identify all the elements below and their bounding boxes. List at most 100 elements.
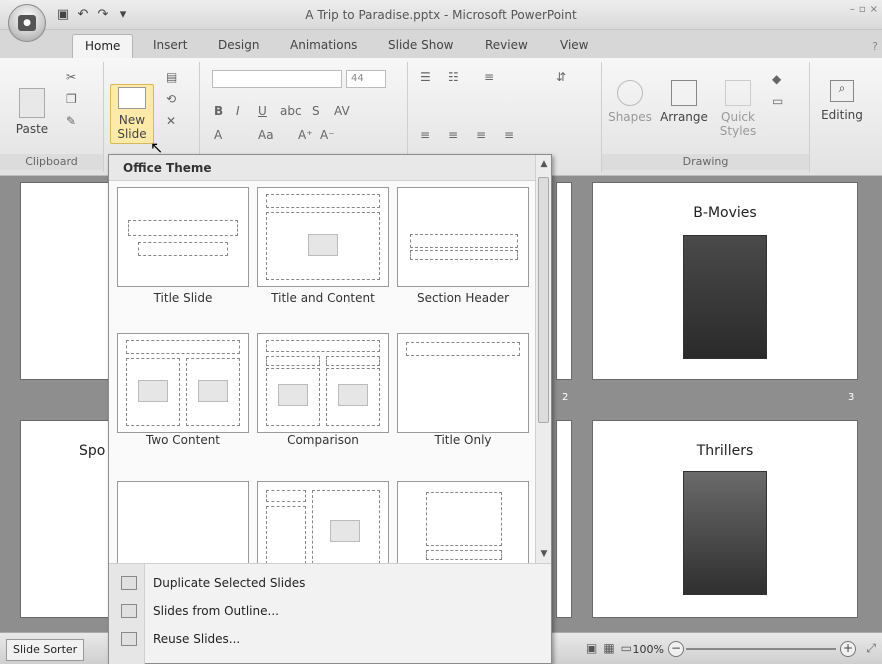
shape-outline-icon[interactable]: ▭ bbox=[772, 94, 783, 108]
quick-styles-button[interactable]: Quick Styles bbox=[712, 80, 764, 138]
content-icon bbox=[338, 384, 368, 406]
arrange-button[interactable]: Arrange bbox=[658, 80, 710, 124]
shrink-font-icon[interactable]: A⁻ bbox=[320, 128, 335, 142]
normal-view-icon[interactable]: ▣ bbox=[586, 641, 597, 655]
layout-title-slide[interactable] bbox=[117, 187, 249, 287]
title-placeholder bbox=[266, 340, 380, 352]
paste-button[interactable]: Paste bbox=[12, 88, 52, 136]
slide-number: 2 bbox=[562, 392, 569, 403]
layout-blank[interactable] bbox=[117, 481, 249, 563]
layout-icon[interactable]: ▤ bbox=[166, 70, 177, 84]
slide-thumbnail-2-edge[interactable] bbox=[556, 182, 572, 380]
align-right-icon[interactable]: ≡ bbox=[476, 128, 486, 142]
tab-design[interactable]: Design bbox=[218, 38, 259, 52]
layout-content-with-caption[interactable] bbox=[257, 481, 389, 563]
new-slide-icon bbox=[118, 87, 146, 109]
gallery-scrollbar[interactable]: ▲ ▼ bbox=[535, 155, 551, 563]
restore-icon[interactable]: ▫ bbox=[859, 4, 866, 15]
slide-title: B-Movies bbox=[693, 205, 757, 221]
menu-item-label: Slides from Outline... bbox=[153, 604, 279, 618]
outline-icon bbox=[121, 604, 137, 618]
new-slide-dropdown: Office Theme Title Slide Title and Conte… bbox=[108, 154, 552, 664]
editing-button[interactable]: ⌕ Editing bbox=[816, 80, 868, 122]
paste-label: Paste bbox=[15, 122, 49, 136]
shape-fill-icon[interactable]: ◆ bbox=[772, 72, 781, 86]
slide-thumbnail-1[interactable] bbox=[20, 182, 120, 380]
layout-title-and-content[interactable] bbox=[257, 187, 389, 287]
text-placeholder bbox=[410, 250, 518, 260]
zoom-out-icon[interactable]: − bbox=[668, 641, 684, 657]
cut-icon[interactable]: ✂ bbox=[66, 70, 76, 84]
help-icon[interactable]: ? bbox=[872, 40, 878, 53]
numbering-icon[interactable]: ☷ bbox=[448, 70, 459, 84]
text-direction-icon[interactable]: ⇵ bbox=[556, 70, 566, 84]
strikethrough-icon[interactable]: abc bbox=[280, 104, 302, 118]
reset-icon[interactable]: ⟲ bbox=[166, 92, 176, 106]
italic-icon[interactable]: I bbox=[236, 104, 240, 118]
slide-show-icon[interactable]: ▭ bbox=[621, 641, 632, 655]
tab-home[interactable]: Home bbox=[72, 34, 134, 58]
layout-label: Title and Content bbox=[271, 291, 375, 305]
layout-title-only[interactable] bbox=[397, 333, 529, 433]
align-center-icon[interactable]: ≡ bbox=[448, 128, 458, 142]
view-indicator: Slide Sorter bbox=[6, 639, 85, 661]
tab-animations[interactable]: Animations bbox=[290, 38, 357, 52]
zoom-in-icon[interactable]: + bbox=[840, 641, 856, 657]
slide-thumbnail-spo[interactable]: Spo bbox=[20, 420, 120, 618]
tab-slide-show[interactable]: Slide Show bbox=[388, 38, 453, 52]
layout-comparison[interactable] bbox=[257, 333, 389, 433]
menu-duplicate-selected-slides[interactable]: Duplicate Selected Slides bbox=[109, 570, 551, 598]
tab-view[interactable]: View bbox=[560, 38, 588, 52]
zoom-slider[interactable] bbox=[686, 648, 836, 650]
text-placeholder bbox=[266, 506, 306, 563]
underline-icon[interactable]: U bbox=[258, 104, 267, 118]
copy-icon[interactable]: ❐ bbox=[66, 92, 77, 106]
content-icon bbox=[198, 380, 228, 402]
layout-picture-with-caption[interactable] bbox=[397, 481, 529, 563]
change-case-icon[interactable]: Aa bbox=[258, 128, 274, 142]
char-spacing-icon[interactable]: AV bbox=[334, 104, 350, 118]
scrollbar-thumb[interactable] bbox=[538, 177, 549, 423]
align-left-icon[interactable]: ≡ bbox=[420, 128, 430, 142]
tab-insert[interactable]: Insert bbox=[153, 38, 187, 52]
format-painter-icon[interactable]: ✎ bbox=[66, 114, 76, 128]
new-slide-menu: Duplicate Selected Slides Slides from Ou… bbox=[109, 563, 551, 664]
menu-reuse-slides[interactable]: Reuse Slides... bbox=[109, 626, 551, 654]
menu-slides-from-outline[interactable]: Slides from Outline... bbox=[109, 598, 551, 626]
minimize-icon[interactable]: – bbox=[850, 4, 855, 15]
title-placeholder bbox=[126, 340, 240, 354]
slide-sorter-icon[interactable]: ▦ bbox=[603, 641, 614, 655]
close-icon[interactable]: × bbox=[870, 4, 878, 15]
layout-label: Title Slide bbox=[153, 291, 213, 305]
layout-section-header[interactable] bbox=[397, 187, 529, 287]
paste-icon bbox=[19, 88, 45, 118]
shadow-icon[interactable]: S bbox=[312, 104, 320, 118]
slide-thumbnail-edge[interactable] bbox=[556, 420, 572, 618]
new-slide-label-2: Slide bbox=[117, 127, 147, 141]
menu-item-label: Reuse Slides... bbox=[153, 632, 241, 646]
zoom-level[interactable]: 100% bbox=[633, 643, 664, 656]
bold-icon[interactable]: B bbox=[214, 104, 223, 118]
slide-thumbnail-thrillers[interactable]: Thrillers bbox=[592, 420, 858, 618]
font-color-icon[interactable]: A bbox=[214, 128, 222, 142]
shapes-button[interactable]: Shapes bbox=[606, 80, 654, 124]
font-size-field[interactable]: 44 bbox=[346, 70, 386, 88]
layout-two-content[interactable] bbox=[117, 333, 249, 433]
fit-window-icon[interactable]: ⤢ bbox=[866, 641, 876, 656]
grow-font-icon[interactable]: A⁺ bbox=[298, 128, 313, 142]
scroll-up-icon[interactable]: ▲ bbox=[536, 159, 552, 169]
tab-review[interactable]: Review bbox=[485, 38, 528, 52]
office-button[interactable]: ● bbox=[8, 4, 46, 42]
new-slide-button[interactable]: New Slide bbox=[110, 84, 154, 144]
heading-placeholder-left bbox=[266, 356, 320, 366]
mouse-cursor-icon: ↖ bbox=[150, 138, 164, 157]
delete-icon[interactable]: ✕ bbox=[166, 114, 176, 128]
font-name-field[interactable] bbox=[212, 70, 342, 88]
bullets-icon[interactable]: ☰ bbox=[420, 70, 431, 84]
editing-label: Editing bbox=[821, 108, 863, 122]
justify-icon[interactable]: ≡ bbox=[504, 128, 514, 142]
slide-thumbnail-b-movies[interactable]: B-Movies bbox=[592, 182, 858, 380]
line-spacing-icon[interactable]: ≡ bbox=[484, 70, 494, 84]
scroll-down-icon[interactable]: ▼ bbox=[536, 549, 552, 559]
shapes-icon bbox=[617, 80, 643, 106]
